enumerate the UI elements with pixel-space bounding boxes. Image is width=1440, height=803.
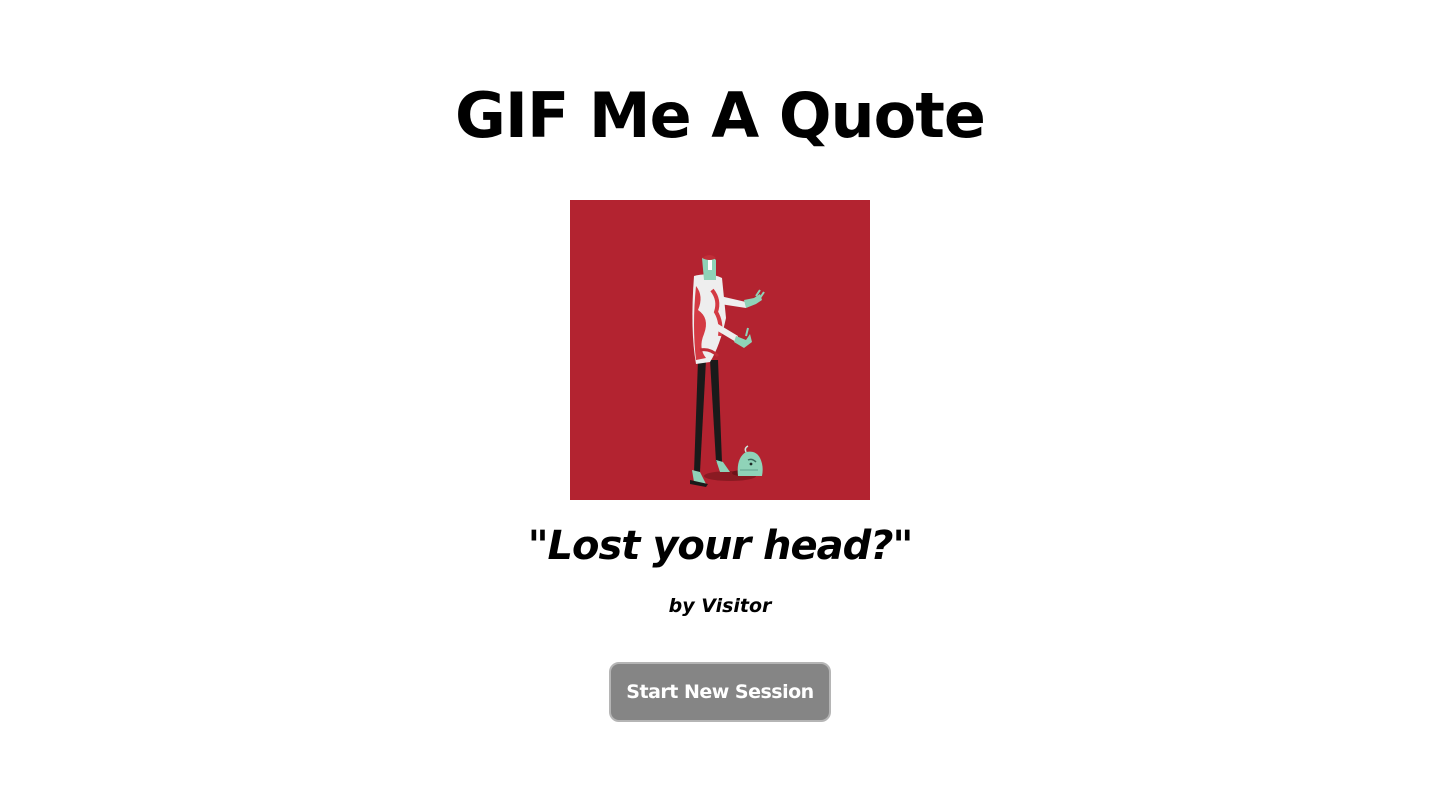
quote-author: by Visitor <box>668 595 772 617</box>
quote-text: "Lost your head?" <box>527 523 914 569</box>
start-new-session-button[interactable]: Start New Session <box>609 662 831 722</box>
page-title: GIF Me A Quote <box>455 79 986 152</box>
page: GIF Me A Quote "Lost your head?" by Visi… <box>0 0 1440 803</box>
quote-gif <box>570 200 870 500</box>
zombie-illustration <box>690 255 765 487</box>
head-on-ground <box>737 445 763 476</box>
